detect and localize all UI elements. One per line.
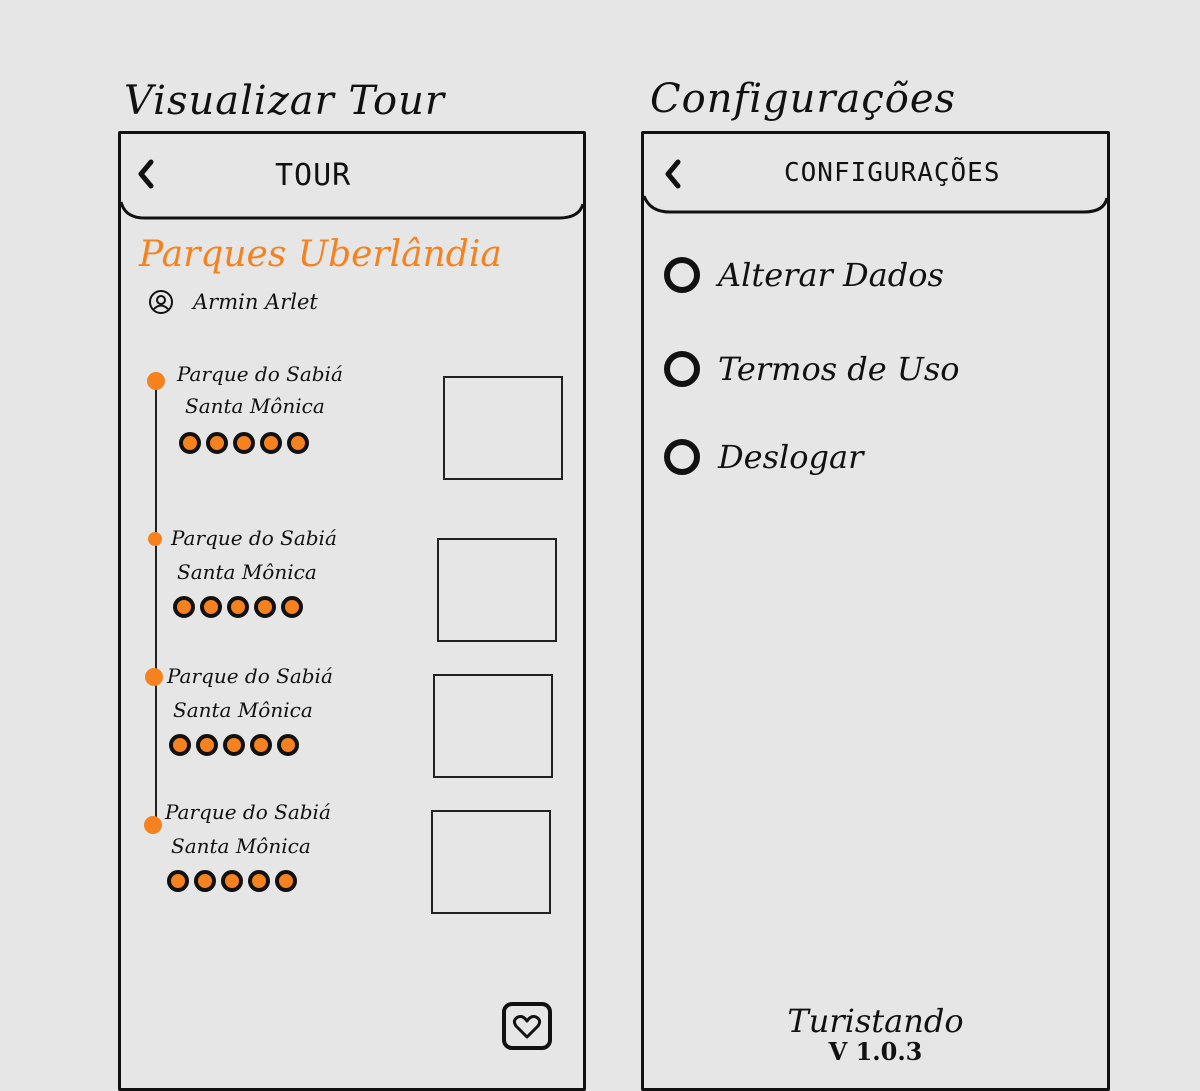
stop-name: Parque do Sabiá xyxy=(171,526,337,550)
menu-label: Termos de Uso xyxy=(718,350,960,388)
rating-dot xyxy=(179,432,201,454)
tour-name: Parques Uberlândia xyxy=(139,234,502,275)
rating-dot xyxy=(254,596,276,618)
stop-neighborhood: Santa Mônica xyxy=(185,394,325,418)
back-arrow-icon[interactable] xyxy=(135,158,157,192)
stop-name: Parque do Sabiá xyxy=(165,800,331,824)
stop-rating xyxy=(173,596,303,618)
stop-marker xyxy=(147,372,165,390)
user-icon xyxy=(149,290,173,314)
tour-stop[interactable]: Parque do Sabiá Santa Mônica xyxy=(121,664,583,784)
menu-label: Deslogar xyxy=(718,438,864,476)
stop-image-placeholder xyxy=(443,376,563,480)
stop-neighborhood: Santa Mônica xyxy=(173,698,313,722)
favorite-heart-icon[interactable] xyxy=(502,1002,552,1050)
tour-stop[interactable]: Parque do Sabiá Santa Mônica xyxy=(121,362,583,482)
tour-stop[interactable]: Parque do Sabiá Santa Mônica xyxy=(121,800,583,920)
tour-header: TOUR xyxy=(121,134,583,220)
tour-screen: TOUR Parques Uberlândia Armin Arlet Parq… xyxy=(118,131,586,1091)
rating-dot xyxy=(196,734,218,756)
back-arrow-icon[interactable] xyxy=(662,158,684,192)
rating-dot xyxy=(281,596,303,618)
stop-neighborhood: Santa Mônica xyxy=(177,560,317,584)
rating-dot xyxy=(260,432,282,454)
bullet-icon xyxy=(664,257,700,293)
settings-header-title: CONFIGURAÇÕES xyxy=(784,158,1001,188)
stop-rating xyxy=(167,870,297,892)
stop-neighborhood: Santa Mônica xyxy=(171,834,311,858)
rating-dot xyxy=(200,596,222,618)
stop-image-placeholder xyxy=(433,674,553,778)
settings-screen: CONFIGURAÇÕES Alterar Dados Termos de Us… xyxy=(641,131,1110,1091)
rating-dot xyxy=(275,870,297,892)
rating-dot xyxy=(227,596,249,618)
stop-rating xyxy=(179,432,309,454)
rating-dot xyxy=(248,870,270,892)
menu-termos-de-uso[interactable]: Termos de Uso xyxy=(664,350,960,388)
tour-screen-caption: Visualizar Tour xyxy=(124,78,445,124)
settings-header: CONFIGURAÇÕES xyxy=(644,134,1107,218)
rating-dot xyxy=(250,734,272,756)
rating-dot xyxy=(277,734,299,756)
menu-alterar-dados[interactable]: Alterar Dados xyxy=(664,256,944,294)
rating-dot xyxy=(173,596,195,618)
rating-dot xyxy=(194,870,216,892)
header-divider xyxy=(121,201,583,220)
rating-dot xyxy=(169,734,191,756)
stop-marker xyxy=(144,816,162,834)
menu-deslogar[interactable]: Deslogar xyxy=(664,438,863,476)
stop-image-placeholder xyxy=(437,538,557,642)
rating-dot xyxy=(167,870,189,892)
rating-dot xyxy=(206,432,228,454)
settings-screen-caption: Configurações xyxy=(650,76,957,122)
stop-marker xyxy=(148,532,162,546)
stop-marker xyxy=(145,668,163,686)
rating-dot xyxy=(233,432,255,454)
rating-dot xyxy=(221,870,243,892)
stop-rating xyxy=(169,734,299,756)
stop-image-placeholder xyxy=(431,810,551,914)
author-name: Armin Arlet xyxy=(193,290,318,314)
app-version: V 1.0.3 xyxy=(828,1037,923,1066)
tour-stop[interactable]: Parque do Sabiá Santa Mônica xyxy=(121,526,583,646)
rating-dot xyxy=(287,432,309,454)
menu-label: Alterar Dados xyxy=(718,256,944,294)
rating-dot xyxy=(223,734,245,756)
stop-name: Parque do Sabiá xyxy=(167,664,333,688)
tour-author: Armin Arlet xyxy=(147,288,318,316)
stop-name: Parque do Sabiá xyxy=(177,362,343,386)
app-footer: Turistando V 1.0.3 xyxy=(644,1004,1107,1066)
bullet-icon xyxy=(664,351,700,387)
tour-header-title: TOUR xyxy=(275,158,352,193)
app-name: Turistando xyxy=(787,1002,964,1040)
bullet-icon xyxy=(664,439,700,475)
